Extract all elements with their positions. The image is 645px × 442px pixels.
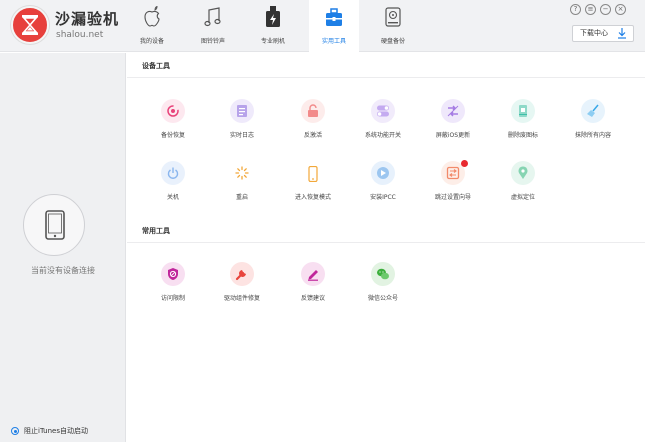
tab-label: 专业刷机 (260, 38, 285, 45)
divider (127, 242, 645, 243)
hourglass-logo-icon (11, 6, 49, 44)
tool-skip-setup-wizard[interactable]: 跳过设置向导 (418, 160, 488, 207)
tool-restart[interactable]: 重启 (207, 161, 277, 207)
tab-ringtones[interactable]: 图铃铃声 (188, 0, 238, 52)
tool-label: 虚拟定位 (510, 194, 535, 201)
tool-label: 安装IPCC (370, 194, 396, 201)
feedback-icon (301, 262, 325, 286)
block-update-icon (441, 99, 465, 123)
tool-power-off[interactable]: 关机 (138, 161, 208, 207)
recovery-mode-icon (301, 161, 325, 185)
tool-label: 重启 (235, 194, 248, 201)
tool-install-ipcc[interactable]: 安装IPCC (348, 161, 418, 207)
help-icon[interactable]: ? (570, 4, 581, 15)
tool-label: 访问限制 (160, 295, 185, 302)
tool-label: 抹除所有内容 (574, 132, 611, 139)
tool-label: 反馈建议 (300, 295, 325, 302)
toggle-icon (371, 99, 395, 123)
download-center-button[interactable]: 下载中心 (572, 25, 634, 42)
location-icon (511, 161, 535, 185)
music-note-icon (204, 7, 221, 27)
sidebar: 当前没有设备连接 阻止iTunes自动启动 (0, 53, 126, 442)
restriction-icon (161, 262, 185, 286)
title-bar: 沙漏验机 shalou.net 我的设备 图铃铃声 专业刷机 实用工具 硬盘备份… (0, 0, 645, 52)
tool-label: 驱动组件修复 (223, 295, 260, 302)
divider (127, 77, 645, 78)
app-url: shalou.net (56, 30, 104, 40)
phone-flash-icon (266, 6, 280, 27)
unlock-icon (301, 99, 325, 123)
tool-label: 微信公众号 (367, 295, 398, 302)
repair-icon (230, 262, 254, 286)
tool-label: 反激活 (303, 132, 322, 139)
tool-feedback[interactable]: 反馈建议 (278, 262, 348, 308)
section-title-device-tools: 设备工具 (142, 62, 170, 70)
block-itunes-label: 阻止iTunes自动启动 (24, 427, 88, 435)
close-icon[interactable]: × (615, 4, 626, 15)
tool-driver-repair[interactable]: 驱动组件修复 (207, 262, 277, 308)
app-title: 沙漏验机 (55, 10, 120, 28)
notification-badge (461, 160, 468, 167)
tool-realtime-log[interactable]: 实时日志 (207, 99, 277, 145)
download-center-label: 下载中心 (580, 29, 608, 37)
tool-virtual-location[interactable]: 虚拟定位 (488, 161, 558, 207)
restart-icon (230, 161, 254, 185)
radio-button[interactable] (11, 427, 19, 435)
tab-tools[interactable]: 实用工具 (309, 0, 359, 52)
no-device-text: 当前没有设备连接 (31, 266, 95, 275)
tab-label: 实用工具 (321, 38, 346, 45)
tab-label: 硬盘备份 (380, 38, 405, 45)
delete-icon-icon (511, 99, 535, 123)
menu-icon[interactable]: ≡ (585, 4, 596, 15)
tool-backup-restore[interactable]: 备份恢复 (138, 99, 208, 145)
tool-wechat-official[interactable]: 微信公众号 (348, 262, 418, 308)
tool-label: 系统功能开关 (364, 132, 401, 139)
backup-restore-icon (161, 99, 185, 123)
toolbox-icon (326, 8, 342, 26)
tool-system-switch[interactable]: 系统功能开关 (348, 99, 418, 145)
tab-my-device[interactable]: 我的设备 (127, 0, 177, 52)
power-icon (161, 161, 185, 185)
tools-panel: 设备工具 备份恢复 实时日志 反激活 系统功能开关 屏蔽iOS更新 删除废图标 … (127, 53, 645, 442)
ipcc-icon (371, 161, 395, 185)
tool-label: 删除废图标 (507, 132, 538, 139)
log-icon (230, 99, 254, 123)
minimize-icon[interactable]: − (600, 4, 611, 15)
tool-delete-icons[interactable]: 删除废图标 (488, 99, 558, 145)
hard-drive-icon (385, 7, 401, 27)
tool-deactivate[interactable]: 反激活 (278, 99, 348, 145)
tool-erase-all[interactable]: 抹除所有内容 (558, 99, 628, 145)
section-title-common-tools: 常用工具 (142, 227, 170, 235)
tool-recovery-mode[interactable]: 进入恢复模式 (278, 161, 348, 207)
tab-label: 图铃铃声 (200, 38, 225, 45)
tool-block-ios-update[interactable]: 屏蔽iOS更新 (418, 99, 488, 145)
tool-label: 备份恢复 (160, 132, 185, 139)
tool-label: 实时日志 (229, 132, 254, 139)
tool-label: 跳过设置向导 (434, 194, 471, 201)
tool-access-restriction[interactable]: 访问限制 (138, 262, 208, 308)
tool-label: 进入恢复模式 (294, 194, 331, 201)
download-icon (618, 28, 626, 39)
wechat-icon (371, 262, 395, 286)
tab-flash[interactable]: 专业刷机 (248, 0, 298, 52)
tool-label: 关机 (166, 194, 179, 201)
tab-disk-backup[interactable]: 硬盘备份 (368, 0, 418, 52)
tab-label: 我的设备 (139, 38, 164, 45)
broom-icon (581, 99, 605, 123)
tablet-icon (23, 194, 85, 256)
apple-icon (144, 6, 160, 27)
tool-label: 屏蔽iOS更新 (435, 132, 471, 139)
